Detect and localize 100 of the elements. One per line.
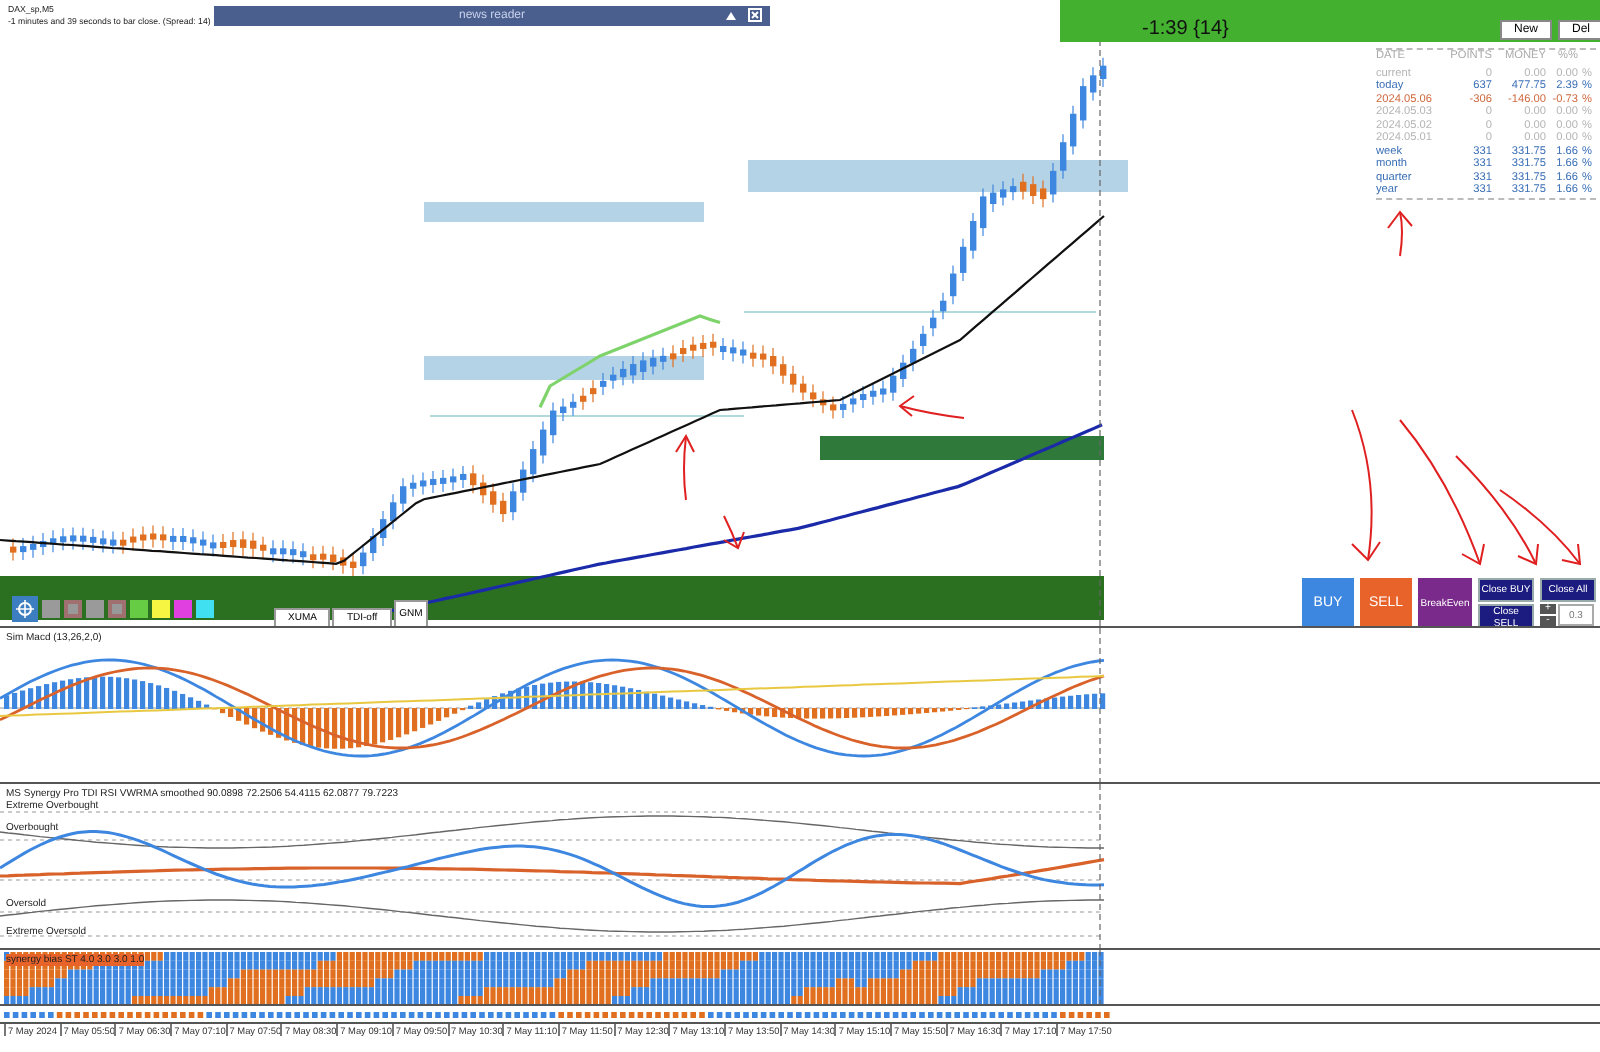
candlestick [560,397,567,422]
crosshair-button[interactable] [12,596,38,622]
candlestick [1010,177,1017,201]
candlestick [810,383,817,408]
candlestick [900,354,907,388]
up-arrow-icon[interactable] [726,11,736,19]
candlestick [870,382,877,406]
candlestick [590,379,597,403]
candlestick [840,395,847,419]
candlestick [650,349,657,376]
candlestick [930,309,937,337]
candlestick [450,467,457,491]
candlestick [830,395,837,420]
candlestick [300,542,307,566]
candlestick [20,537,27,561]
color-swatch[interactable] [42,600,60,618]
candlestick [30,535,37,559]
candlestick [770,347,777,375]
candlestick [270,539,277,563]
candlestick [190,528,197,552]
candlestick [110,531,117,555]
candlestick [100,529,107,553]
hand-drawn-arrow-drawing [1387,210,1413,257]
candlestick [700,334,707,358]
candlestick [630,355,637,384]
candlestick [290,540,297,564]
candlestick [260,536,267,560]
candlestick [540,420,547,465]
candlestick [150,524,157,549]
candlestick [460,465,467,489]
candlestick [200,530,207,555]
color-swatch[interactable] [196,600,214,618]
candlestick [610,366,617,390]
candlestick [1050,162,1057,204]
candlestick [210,533,217,557]
candlestick [1000,180,1007,207]
candlestick [170,527,177,551]
candlestick [1060,133,1067,180]
candlestick [620,360,627,386]
close-icon[interactable] [748,8,762,22]
candlestick [360,543,367,575]
candlestick [920,325,927,355]
hand-drawn-arrow-drawing [675,433,695,501]
candlestick [70,526,77,550]
candlestick [980,187,987,237]
candlestick [440,469,447,493]
candlestick [940,292,947,320]
candlestick [1040,179,1047,208]
candlestick [90,528,97,552]
candlestick [330,545,337,571]
color-swatch[interactable] [64,600,82,618]
candlestick [910,340,917,372]
candlestick [850,389,857,414]
color-swatch[interactable] [130,600,148,618]
candlestick [40,532,47,556]
candlestick [180,527,187,551]
color-swatch[interactable] [86,600,104,618]
candlestick [350,553,357,577]
crosshair-icon [16,600,34,618]
candlestick [160,525,167,549]
candlestick [130,527,137,552]
candlestick [480,473,487,504]
bar-timer: -1:39 {14} [1142,18,1229,40]
candlestick [710,333,717,357]
candlestick [250,532,257,558]
candlestick [690,336,697,360]
candlestick [790,365,797,394]
candlestick [660,347,667,371]
candlestick [10,538,17,562]
candlestick [400,477,407,513]
candlestick [1020,173,1027,201]
candlestick [370,527,377,562]
candlestick [510,482,517,521]
candlestick [530,440,537,483]
candlestick [1080,77,1087,130]
candlestick [780,355,787,385]
candlestick [720,337,727,361]
candlestick [1100,57,1107,88]
candlestick [740,340,747,365]
candlestick [380,510,387,547]
candlestick [340,548,347,575]
hand-drawn-arrow-drawing [723,515,745,550]
candlestick [880,379,887,404]
candlestick [140,525,147,550]
candlestick [420,471,427,496]
candlestick [670,344,677,368]
color-swatch[interactable] [108,600,126,618]
candlestick [680,339,687,363]
candlestick [570,393,577,417]
candlestick [960,238,967,282]
candlestick [990,184,997,213]
candlestick [470,464,477,494]
candlestick [970,212,977,260]
candlestick [640,351,647,381]
candlestick [280,539,287,563]
candlestick [950,264,957,305]
candlestick [320,545,327,569]
color-swatch[interactable] [174,600,192,618]
candlestick [1070,105,1077,156]
candlestick [490,482,497,514]
